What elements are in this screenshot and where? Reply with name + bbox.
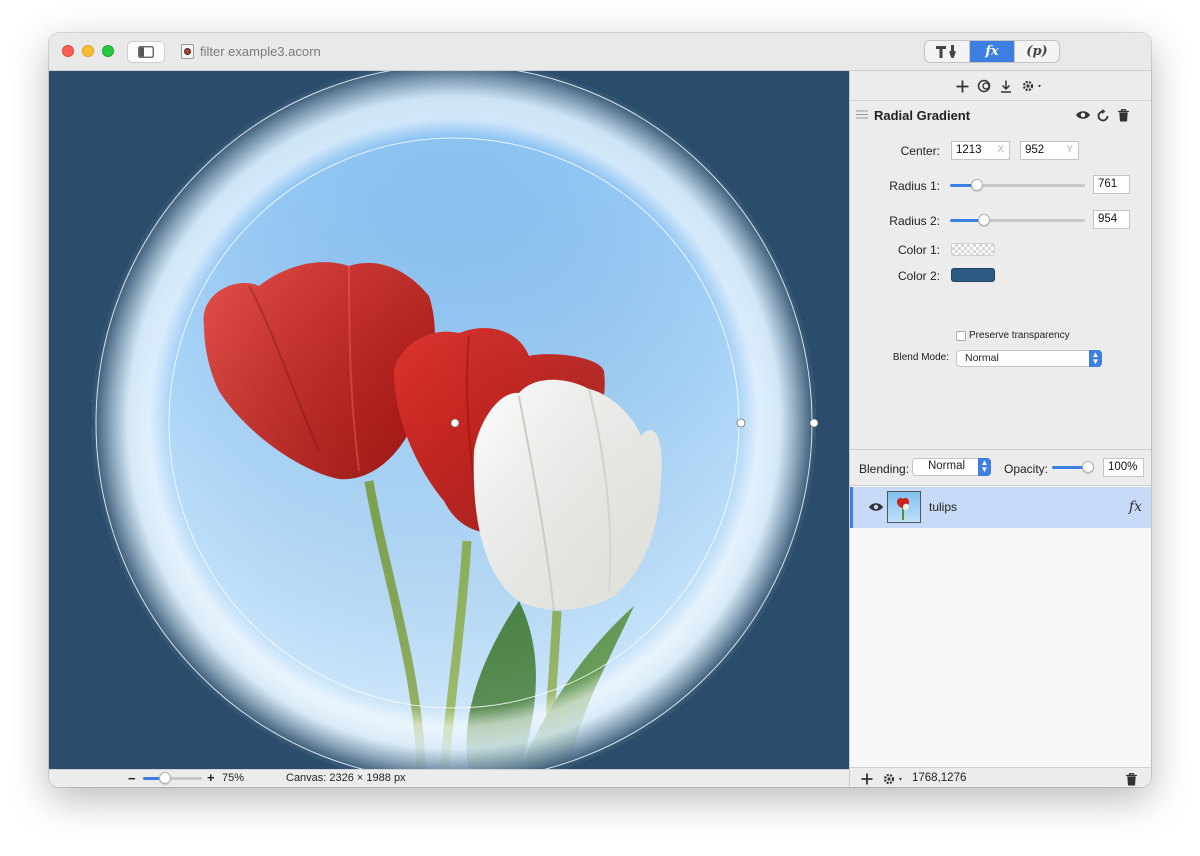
center-y-field[interactable]: 952 Y <box>1020 141 1079 160</box>
filter-gear-menu[interactable] <box>1020 78 1046 94</box>
layer-name: tulips <box>929 500 958 514</box>
tools-segment[interactable] <box>925 41 969 62</box>
drag-handle-icon[interactable] <box>856 110 868 119</box>
center-y-suffix: Y <box>1066 144 1073 155</box>
layer-gear-menu[interactable] <box>882 772 906 786</box>
radius1-slider-knob[interactable] <box>971 179 983 191</box>
tulips-thumbnail-image <box>897 498 909 520</box>
color2-label: Color 2: <box>897 269 940 283</box>
radius2-field[interactable]: 954 <box>1093 210 1130 229</box>
layer-blending-popup[interactable]: Normal ▲ ▼ <box>912 458 991 476</box>
center-x-value: 1213 <box>956 144 982 156</box>
radius2-label: Radius 2: <box>889 214 940 228</box>
zoom-slider-knob[interactable] <box>159 772 171 784</box>
filter-header: Radial Gradient <box>850 102 1151 128</box>
layer-fx-badge[interactable]: fx <box>1129 499 1142 515</box>
trash-icon <box>1117 108 1129 121</box>
plus-icon <box>956 80 968 92</box>
center-x-field[interactable]: 1213 X <box>951 141 1010 160</box>
center-handle[interactable] <box>450 418 460 428</box>
radius1-slider[interactable] <box>950 179 1085 191</box>
sidebar-icon <box>138 46 154 58</box>
radius2-slider-knob[interactable] <box>978 214 990 226</box>
close-window-button[interactable] <box>62 45 74 57</box>
zoom-level: 75% <box>222 772 245 784</box>
download-icon <box>1001 80 1011 93</box>
center-y-value: 952 <box>1025 144 1045 156</box>
filter-inspector: Radial Gradient Center: 1213 X 952 Y Rad… <box>849 71 1151 449</box>
layer-visibility-toggle[interactable] <box>867 501 885 513</box>
center-label: Center: <box>900 144 940 158</box>
trash-icon <box>1125 772 1137 785</box>
radius1-label: Radius 1: <box>889 179 940 193</box>
layer-thumbnail <box>887 491 921 523</box>
opacity-slider[interactable] <box>1052 461 1094 473</box>
app-window: filter example3.acorn fx (p) − + 75% Can… <box>49 33 1151 787</box>
opacity-slider-knob[interactable] <box>1082 461 1094 473</box>
layers-footer: 1768,1276 <box>850 767 1151 787</box>
zoom-out-button[interactable]: − <box>128 771 136 786</box>
image-canvas[interactable] <box>49 71 849 769</box>
delete-filter-button[interactable] <box>1115 108 1131 122</box>
filter-stack-icon <box>977 79 991 93</box>
title-bar: filter example3.acorn fx (p) <box>49 33 1151 71</box>
reset-icon <box>1097 108 1108 121</box>
preserve-transparency-checkbox[interactable] <box>956 331 966 341</box>
opacity-label: Opacity: <box>1004 462 1049 476</box>
reset-filter-button[interactable] <box>1095 108 1111 122</box>
filter-toolbar <box>850 71 1151 101</box>
center-x-suffix: X <box>997 144 1004 155</box>
tools-icon <box>936 44 956 58</box>
document-icon <box>181 44 194 59</box>
layer-controls: Blending: Normal ▲ ▼ Opacity: 100% <box>850 450 1151 486</box>
popup-arrows-icon: ▲ ▼ <box>1089 350 1102 367</box>
layers-panel: Blending: Normal ▲ ▼ Opacity: 100% tulip… <box>849 449 1151 787</box>
opacity-field[interactable]: 100% <box>1103 458 1144 477</box>
add-layer-button[interactable] <box>860 772 874 786</box>
zoom-in-button[interactable]: + <box>207 770 215 785</box>
document-title: filter example3.acorn <box>200 44 321 59</box>
sidebar-toggle-button[interactable] <box>127 41 165 63</box>
eye-icon <box>1076 111 1090 119</box>
status-bar: − + 75% Canvas: 2326 × 1988 px <box>49 769 849 787</box>
radius1-field[interactable]: 761 <box>1093 175 1130 194</box>
gear-menu-icon <box>883 773 902 785</box>
radius2-slider[interactable] <box>950 214 1085 226</box>
color1-label: Color 1: <box>897 243 940 257</box>
add-filter-button[interactable] <box>954 78 970 94</box>
export-filter-button[interactable] <box>998 78 1014 94</box>
panel-segmented-control: fx (p) <box>924 40 1060 63</box>
zoom-window-button[interactable] <box>102 45 114 57</box>
blend-mode-label: Blend Mode: <box>892 352 949 363</box>
properties-segment[interactable]: (p) <box>1014 41 1059 62</box>
layer-row[interactable]: tulips fx <box>850 487 1151 528</box>
gear-menu-icon <box>1022 80 1041 92</box>
filters-segment[interactable]: fx <box>969 41 1014 62</box>
cursor-coordinates: 1768,1276 <box>912 772 967 784</box>
layer-blending-value: Normal <box>927 460 966 472</box>
filter-stack-button[interactable] <box>976 78 992 94</box>
color1-well[interactable] <box>951 243 995 256</box>
radius2-handle[interactable] <box>809 418 819 428</box>
filter-name: Radial Gradient <box>874 108 971 123</box>
toggle-filter-visibility-button[interactable] <box>1074 108 1092 122</box>
blend-mode-popup[interactable]: Normal ▲ ▼ <box>956 350 1102 367</box>
zoom-slider[interactable] <box>143 772 202 784</box>
eye-icon <box>869 503 883 511</box>
radius1-handle[interactable] <box>736 418 746 428</box>
blend-mode-value: Normal <box>965 352 999 364</box>
preserve-transparency-label: Preserve transparency <box>969 330 1070 341</box>
color2-well[interactable] <box>951 268 995 282</box>
canvas-size-info: Canvas: 2326 × 1988 px <box>286 772 406 784</box>
blending-label: Blending: <box>859 462 910 476</box>
delete-layer-button[interactable] <box>1124 772 1138 786</box>
minimize-window-button[interactable] <box>82 45 94 57</box>
plus-icon <box>861 773 873 785</box>
canvas-artwork <box>92 71 819 769</box>
popup-arrows-icon: ▲ ▼ <box>978 458 991 476</box>
